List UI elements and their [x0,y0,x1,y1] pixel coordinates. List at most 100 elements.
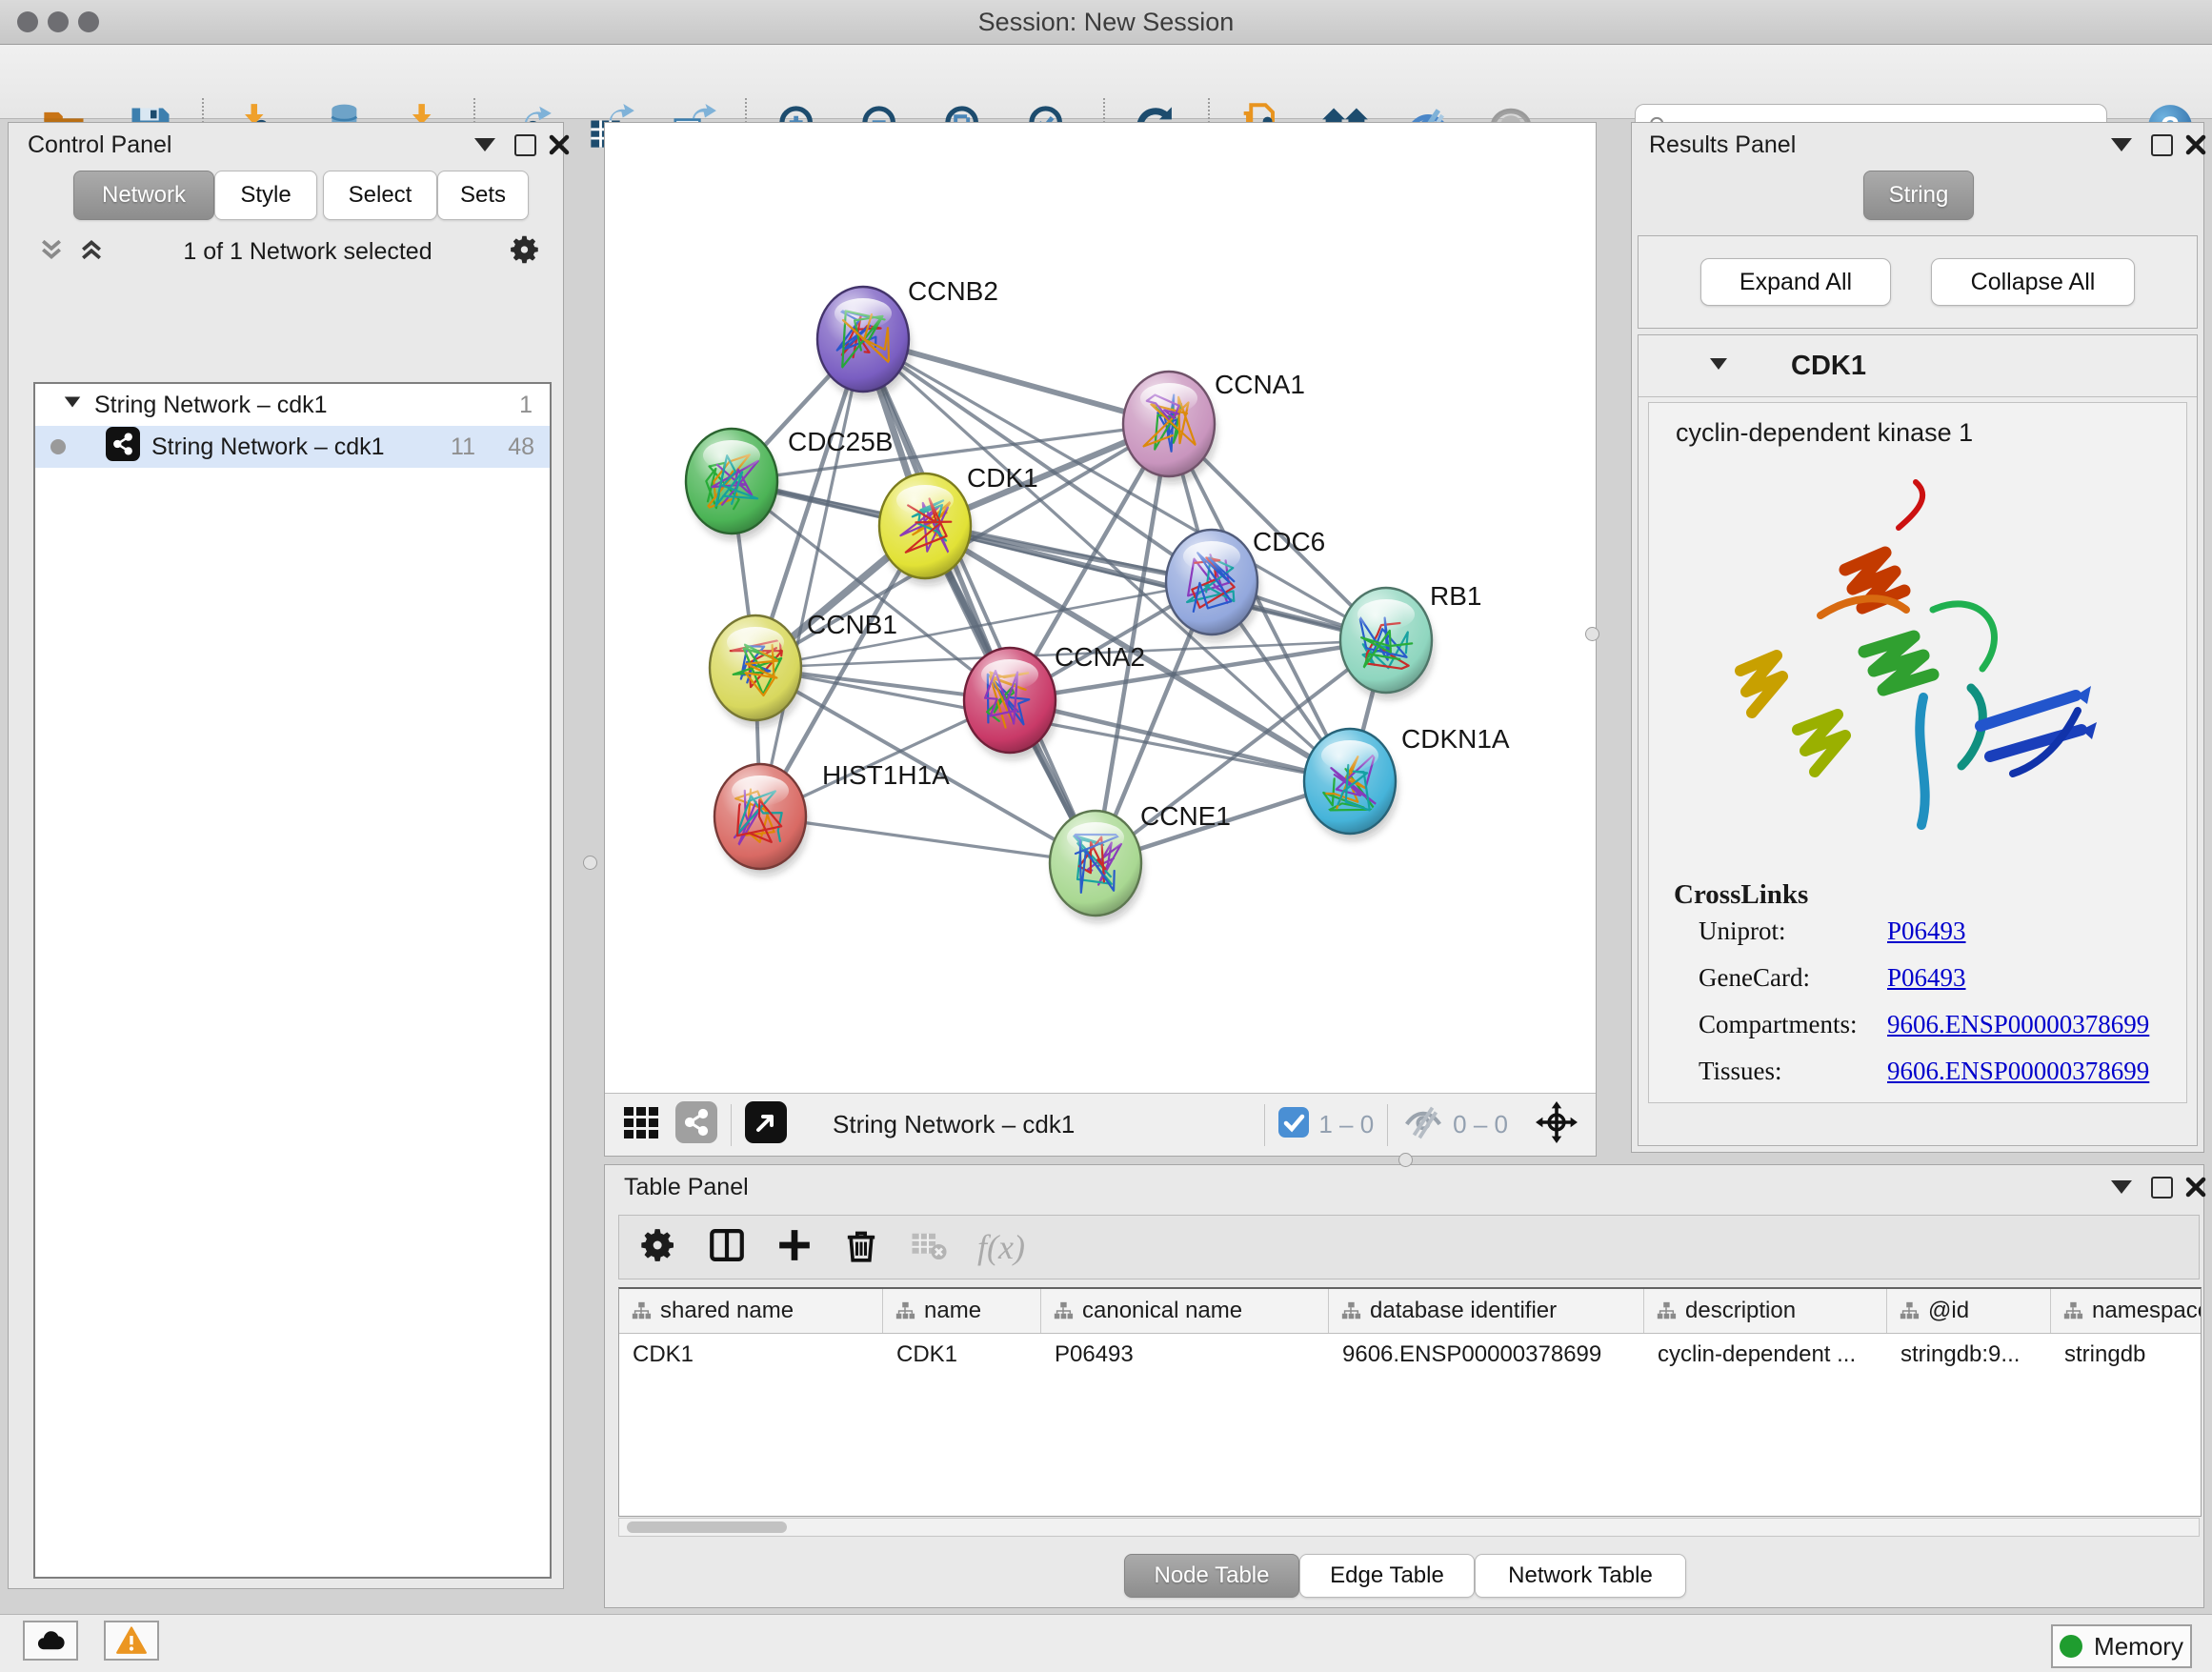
svg-text:CCNA2: CCNA2 [1055,642,1145,672]
crosslink-label: Compartments: [1699,1010,1887,1039]
zoom-window-button[interactable] [78,11,99,32]
control-panel-tabs: NetworkStyleSelectSets [73,171,529,220]
svg-text:CCNB1: CCNB1 [807,610,897,639]
show-columns-icon[interactable] [707,1225,747,1270]
float-panel-icon[interactable] [2104,128,2139,162]
main-toolbar: ? [0,45,2212,119]
left-splitter-handle[interactable] [583,856,597,870]
collection-expander-icon[interactable] [62,392,83,419]
hidden-eye-slash-icon[interactable] [1401,1100,1445,1149]
table-horizontal-scrollbar[interactable] [618,1518,2200,1537]
tab-select[interactable]: Select [323,171,437,220]
window-controls [17,11,109,37]
crosslink-value-link[interactable]: 9606.ENSP00000378699 [1887,1010,2186,1039]
network-status-dot-icon [50,439,66,454]
scrollbar-thumb[interactable] [627,1521,787,1533]
tab-network-table[interactable]: Network Table [1475,1554,1686,1598]
svg-text:CCNB2: CCNB2 [908,276,998,306]
column-header[interactable]: database identifier [1329,1289,1644,1333]
column-header[interactable]: shared name [619,1289,883,1333]
protein-section: CDK1 cyclin-dependent kinase 1 [1638,334,2198,1146]
maximize-panel-icon[interactable] [2144,128,2179,162]
network-options-gear-icon[interactable] [510,233,542,271]
section-expander-icon[interactable] [1707,353,1730,380]
crosslink-value-link[interactable]: P06493 [1887,917,2186,946]
control-panel-title: Control Panel [28,131,171,159]
float-panel-icon[interactable] [2104,1170,2139,1204]
network-share-icon [106,427,140,468]
svg-text:CDKN1A: CDKN1A [1401,724,1510,754]
tab-sets[interactable]: Sets [437,171,529,220]
crosslink-label: Tissues: [1699,1057,1887,1086]
network-collection-row[interactable]: String Network – cdk1 1 [35,384,550,426]
network-view-panel: CCNB2CCNA1CDC25BCDK1CDC6RB1CCNB1CCNA2CDK… [604,122,1597,1157]
memory-label: Memory [2094,1632,2183,1662]
birdseye-view-icon[interactable] [745,1101,787,1148]
network-node-count: 11 [451,433,475,461]
table-tabs: Node TableEdge TableNetwork Table [605,1554,2205,1598]
column-header[interactable]: canonical name [1041,1289,1329,1333]
column-header[interactable]: namespace [2051,1289,2202,1333]
network-row[interactable]: String Network – cdk1 11 48 [35,426,550,468]
close-panel-icon[interactable] [2179,128,2212,162]
tab-style[interactable]: Style [214,171,317,220]
network-canvas[interactable]: CCNB2CCNA1CDC25BCDK1CDC6RB1CCNB1CCNA2CDK… [605,123,1596,1093]
expand-all-button[interactable]: Expand All [1700,258,1891,306]
network-edge-count: 48 [508,433,534,461]
network-selection-bar: 1 of 1 Network selected [9,230,565,273]
crosslinks-heading: CrossLinks [1674,879,2186,911]
column-header[interactable]: name [883,1289,1041,1333]
close-panel-icon[interactable] [2179,1170,2212,1204]
svg-text:CCNA1: CCNA1 [1215,370,1305,399]
minimize-window-button[interactable] [48,11,69,32]
column-header[interactable]: @id [1887,1289,2051,1333]
svg-text:CCNE1: CCNE1 [1140,801,1231,831]
table-settings-gear-icon[interactable] [640,1226,678,1269]
warnings-button[interactable] [104,1621,159,1661]
protein-details: cyclin-dependent kinase 1 [1648,402,2187,1103]
delete-column-trash-icon[interactable] [842,1226,880,1269]
selected-count: 1 – 0 [1318,1110,1374,1139]
table-row[interactable]: CDK1 CDK1 P06493 9606.ENSP00000378699 cy… [619,1334,2201,1376]
cloud-status-button[interactable] [23,1621,78,1661]
close-window-button[interactable] [17,11,38,32]
tab-node-table[interactable]: Node Table [1124,1554,1299,1598]
tab-network[interactable]: Network [73,171,214,220]
status-bar: Memory [0,1614,2212,1672]
svg-text:CDC25B: CDC25B [788,427,893,456]
warning-icon [115,1624,148,1657]
collapse-all-networks-icon[interactable] [77,235,106,269]
hidden-count: 0 – 0 [1453,1110,1508,1139]
control-panel: Control Panel NetworkStyleSelectSets 1 o… [8,122,564,1589]
crosslink-label: Uniprot: [1699,917,1887,946]
create-column-plus-icon[interactable] [775,1226,814,1269]
maximize-panel-icon[interactable] [2144,1170,2179,1204]
tab-string[interactable]: String [1863,171,1974,220]
pan-crosshair-icon[interactable] [1535,1100,1579,1149]
network-selection-summary: 1 of 1 Network selected [106,238,510,266]
results-panel-tabs: String [1632,171,2205,220]
bottom-splitter-handle[interactable] [1398,1153,1413,1167]
grid-view-icon[interactable] [620,1101,662,1148]
selected-checkbox-icon[interactable] [1278,1107,1309,1142]
results-actions-box: Expand All Collapse All [1638,235,2198,329]
svg-text:CDC6: CDC6 [1253,527,1325,556]
svg-text:RB1: RB1 [1430,581,1481,611]
float-panel-icon[interactable] [468,128,502,162]
collapse-all-button[interactable]: Collapse All [1931,258,2135,306]
network-share-gray-icon[interactable] [675,1101,717,1148]
maximize-panel-icon[interactable] [508,128,542,162]
close-panel-icon[interactable] [542,128,576,162]
memory-button[interactable]: Memory [2051,1624,2192,1668]
tab-edge-table[interactable]: Edge Table [1299,1554,1475,1598]
right-splitter-handle[interactable] [1585,627,1599,641]
expand-all-networks-icon[interactable] [37,235,66,269]
network-view-title: String Network – cdk1 [833,1110,1075,1139]
protein-section-header[interactable]: CDK1 [1639,335,2197,397]
collection-count: 1 [519,392,533,419]
column-header[interactable]: description [1644,1289,1887,1333]
crosslink-value-link[interactable]: P06493 [1887,963,2186,993]
crosslink-value-link[interactable]: 9606.ENSP00000378699 [1887,1057,2186,1086]
function-builder-icon: f(x) [977,1227,1025,1267]
crosslinks-list: Uniprot:P06493 GeneCard:P06493 Compartme… [1699,917,2186,1103]
